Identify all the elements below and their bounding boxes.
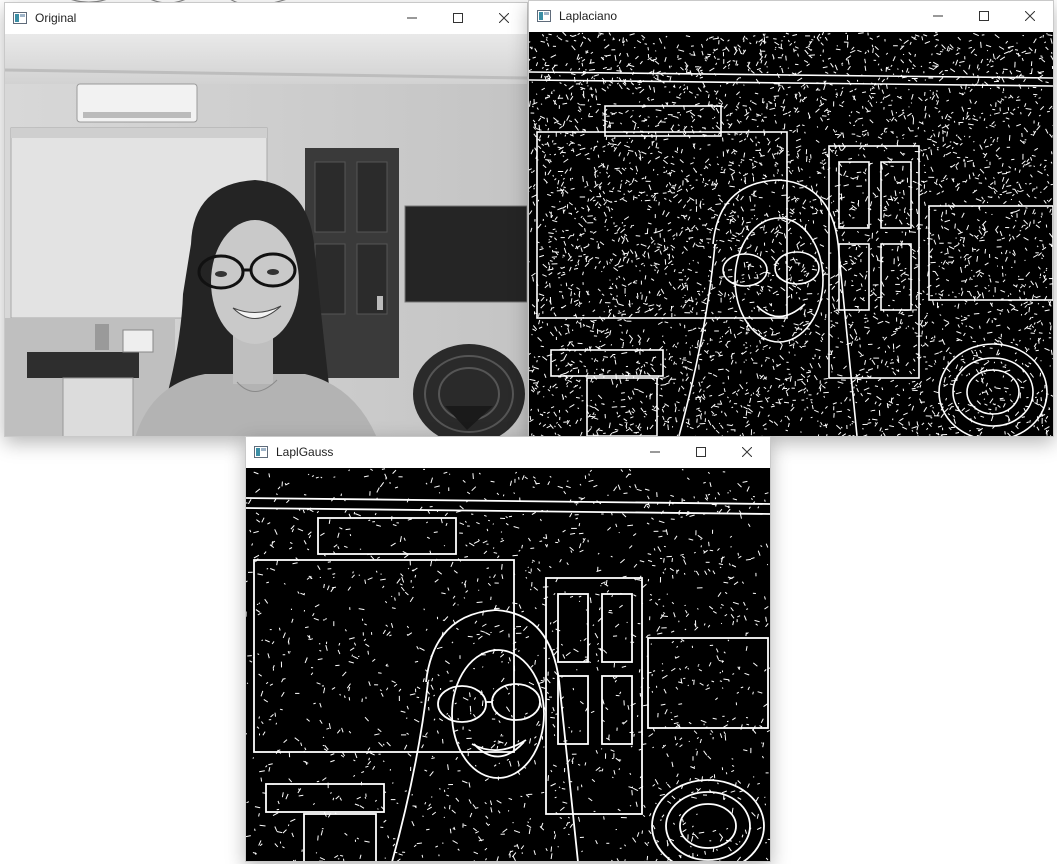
original-maximize-button[interactable] bbox=[435, 3, 481, 33]
laplgauss-maximize-button[interactable] bbox=[678, 437, 724, 467]
laplgauss-minimize-button[interactable] bbox=[632, 437, 678, 467]
minimize-icon bbox=[650, 451, 660, 453]
laplgauss-window[interactable]: LaplGauss bbox=[245, 436, 771, 862]
close-icon bbox=[742, 447, 752, 457]
original-window-title: Original bbox=[35, 11, 77, 25]
maximize-icon bbox=[979, 11, 989, 21]
laplgauss-image[interactable] bbox=[246, 468, 770, 861]
laplaciano-minimize-button[interactable] bbox=[915, 1, 961, 31]
laplgauss-titlebar[interactable]: LaplGauss bbox=[246, 437, 770, 467]
maximize-icon bbox=[696, 447, 706, 457]
laplgauss-window-title: LaplGauss bbox=[276, 445, 334, 459]
laplgauss-close-button[interactable] bbox=[724, 437, 770, 467]
laplaciano-titlebar[interactable]: Laplaciano bbox=[529, 1, 1053, 31]
original-titlebar[interactable]: Original bbox=[5, 3, 527, 33]
laplaciano-window-title: Laplaciano bbox=[559, 9, 618, 23]
original-image[interactable] bbox=[5, 34, 527, 436]
opencv-window-icon bbox=[13, 12, 27, 24]
desktop: Original Laplaciano LaplGauss bbox=[0, 0, 1057, 864]
close-icon bbox=[499, 13, 509, 23]
original-close-button[interactable] bbox=[481, 3, 527, 33]
laplaciano-window[interactable]: Laplaciano bbox=[528, 0, 1054, 437]
opencv-window-icon bbox=[537, 10, 551, 22]
original-window[interactable]: Original bbox=[4, 2, 528, 437]
laplaciano-maximize-button[interactable] bbox=[961, 1, 1007, 31]
maximize-icon bbox=[453, 13, 463, 23]
laplaciano-image[interactable] bbox=[529, 32, 1053, 436]
original-minimize-button[interactable] bbox=[389, 3, 435, 33]
close-icon bbox=[1025, 11, 1035, 21]
minimize-icon bbox=[407, 17, 417, 19]
opencv-window-icon bbox=[254, 446, 268, 458]
laplaciano-close-button[interactable] bbox=[1007, 1, 1053, 31]
minimize-icon bbox=[933, 15, 943, 17]
